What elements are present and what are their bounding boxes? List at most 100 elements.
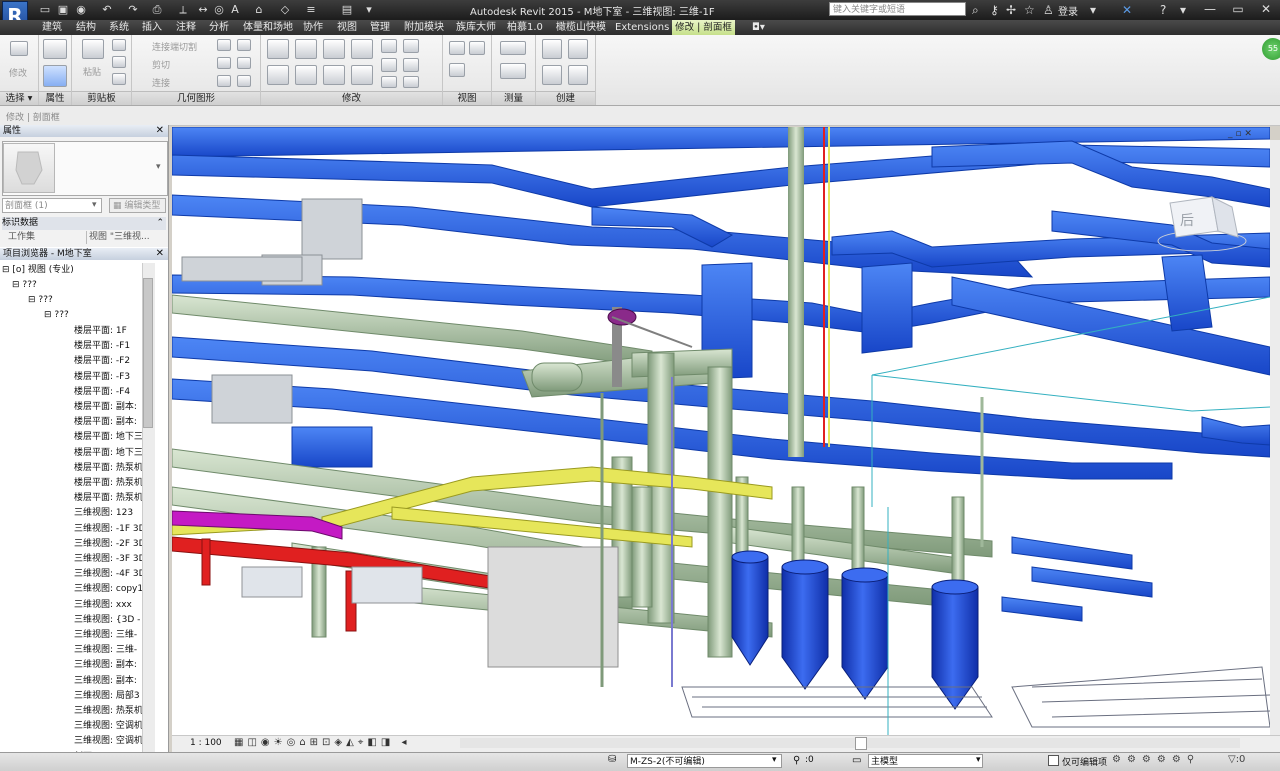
search-input[interactable]: 键入关键字或短语 bbox=[829, 2, 966, 16]
tree-view-item[interactable]: 三维视图: 副本: bbox=[74, 659, 137, 672]
tree-view-item[interactable]: 三维视图: xxx bbox=[74, 599, 132, 612]
tag-icon[interactable]: ◎ bbox=[212, 3, 226, 16]
collapse-icon[interactable]: ⌃ bbox=[156, 217, 164, 230]
viewport-vertical-scrollbar[interactable] bbox=[1270, 140, 1280, 735]
design-option-dropdown[interactable]: 主模型 bbox=[868, 754, 983, 768]
property-group-identity[interactable]: 标识数据 ⌃ bbox=[2, 217, 166, 230]
offset-icon[interactable] bbox=[295, 39, 317, 59]
create-similar-icon[interactable] bbox=[568, 65, 588, 85]
edit-type-button[interactable]: ▦ 编辑类型 bbox=[109, 198, 166, 213]
3d-viewport[interactable]: 后 bbox=[172, 127, 1270, 735]
linework-icon[interactable] bbox=[449, 63, 465, 77]
tab-view[interactable]: 视图 bbox=[337, 20, 357, 35]
sync-icon[interactable]: ◉ bbox=[74, 3, 88, 16]
measure-icon[interactable]: ⟂ bbox=[176, 3, 190, 16]
view-scale[interactable]: 1 : 100 bbox=[190, 738, 222, 748]
mirror-axis-icon[interactable] bbox=[323, 39, 345, 59]
3d-view-icon[interactable]: ⌂ bbox=[252, 3, 266, 16]
collapse-minus-icon[interactable]: ⊟ bbox=[44, 310, 52, 320]
instance-filter-dropdown[interactable]: 剖面框 (1) bbox=[2, 198, 102, 213]
copy-icon[interactable] bbox=[112, 56, 126, 68]
collapse-minus-icon[interactable]: ⊟ bbox=[12, 280, 20, 290]
unpin-icon[interactable] bbox=[381, 76, 397, 88]
join-button[interactable]: 连接 bbox=[152, 76, 170, 89]
create-group-icon[interactable] bbox=[542, 65, 562, 85]
tree-view-item[interactable]: 三维视图: 热泵机 bbox=[74, 705, 142, 718]
text-icon[interactable]: A bbox=[228, 3, 242, 16]
measure-distance-icon[interactable] bbox=[500, 41, 526, 55]
login-link[interactable]: 登录 bbox=[1058, 3, 1078, 18]
properties-close-icon[interactable]: ✕ bbox=[156, 125, 164, 137]
close-button[interactable]: ✕ bbox=[1252, 0, 1280, 19]
tree-view-item[interactable]: 三维视图: -4F 3D bbox=[74, 568, 142, 581]
wall-joins-icon[interactable] bbox=[217, 39, 231, 51]
dimension-icon[interactable]: ↔ bbox=[196, 3, 210, 16]
tab-extensions[interactable]: Extensions bbox=[615, 20, 669, 35]
editable-only-checkbox[interactable] bbox=[1048, 755, 1059, 766]
trim-extend-icon[interactable] bbox=[351, 65, 373, 85]
tab-insert[interactable]: 插入 bbox=[142, 20, 162, 35]
join-roof-icon[interactable] bbox=[237, 75, 251, 87]
ribbon-toggle-icon[interactable]: ◘▾ bbox=[752, 20, 765, 35]
performance-widget-icon[interactable]: 55 bbox=[1262, 38, 1280, 60]
save-icon[interactable]: ▣ bbox=[56, 3, 70, 16]
tab-manage[interactable]: 管理 bbox=[370, 20, 390, 35]
redo-icon[interactable]: ↷ bbox=[126, 3, 140, 16]
undo-icon[interactable]: ↶ bbox=[100, 3, 114, 16]
mirror-draw-icon[interactable] bbox=[351, 39, 373, 59]
cut-button[interactable]: 剪切 bbox=[152, 58, 170, 71]
tree-level-2[interactable]: ⊟ ??? bbox=[28, 294, 53, 307]
login-dropdown-icon[interactable]: ▾ bbox=[1090, 2, 1096, 18]
tree-view-item[interactable]: 楼层平面: 副本: bbox=[74, 401, 137, 414]
tab-modify-section-box[interactable]: 修改 | 剖面框 bbox=[672, 20, 735, 35]
tab-analyze[interactable]: 分析 bbox=[209, 20, 229, 35]
tab-family-library[interactable]: 族库大师 bbox=[456, 20, 496, 35]
tree-view-item[interactable]: 楼层平面: 1F bbox=[74, 325, 127, 338]
paint-icon[interactable] bbox=[217, 57, 231, 69]
tree-view-item[interactable]: 三维视图: 空调机 bbox=[74, 720, 142, 733]
cut-icon[interactable] bbox=[112, 39, 126, 51]
scale-icon[interactable] bbox=[403, 58, 419, 72]
create-assembly-icon[interactable] bbox=[542, 39, 562, 59]
quick-access-dropdown-icon[interactable]: ▾ bbox=[362, 3, 376, 16]
split-icon[interactable] bbox=[381, 39, 397, 53]
view-control-icons[interactable]: ▦◫◉☀◎⌂⊞⊡◈◭⌖◧◨ ◂ bbox=[234, 737, 411, 748]
design-option-arrow-icon[interactable]: ▾ bbox=[976, 755, 981, 765]
tree-level-3[interactable]: ⊟ ??? bbox=[44, 309, 69, 322]
open-icon[interactable]: ▭ bbox=[38, 3, 52, 16]
thin-lines-icon[interactable]: ≡ bbox=[304, 3, 318, 16]
tree-view-item[interactable]: 三维视图: -2F 3D bbox=[74, 538, 142, 551]
tree-view-item[interactable]: 楼层平面: 地下三 bbox=[74, 447, 142, 460]
tree-view-item[interactable]: 楼层平面: -F3 bbox=[74, 371, 130, 384]
pin-icon[interactable] bbox=[403, 39, 419, 53]
tree-view-item[interactable]: 楼层平面: -F2 bbox=[74, 355, 130, 368]
tab-architecture[interactable]: 建筑 bbox=[42, 20, 62, 35]
key-icon[interactable]: ⚷ bbox=[990, 2, 999, 18]
tree-view-item[interactable]: 楼层平面: 热泵机 bbox=[74, 477, 142, 490]
selection-option-icons[interactable]: ⚙⚙⚙⚙⚙⚲ bbox=[1112, 754, 1200, 765]
tab-collaborate[interactable]: 协作 bbox=[303, 20, 323, 35]
filter-icon[interactable]: ▽:0 bbox=[1228, 754, 1245, 765]
property-row-workset[interactable]: 工作集 视图 "三维视... bbox=[2, 231, 166, 244]
copy-element-icon[interactable] bbox=[295, 65, 317, 85]
browser-scrollbar-thumb[interactable] bbox=[143, 278, 153, 428]
tree-view-item[interactable]: 三维视图: -3F 3D bbox=[74, 553, 142, 566]
split-face-icon[interactable] bbox=[237, 39, 251, 51]
tab-olive-mountain[interactable]: 橄榄山快模 bbox=[556, 20, 606, 35]
create-parts-icon[interactable] bbox=[568, 39, 588, 59]
tree-view-item[interactable]: 楼层平面: 副本: bbox=[74, 416, 137, 429]
horizontal-scroll-thumb[interactable] bbox=[855, 737, 867, 750]
exchange-apps-icon[interactable]: ✕ bbox=[1122, 2, 1132, 18]
rotate-icon[interactable] bbox=[323, 65, 345, 85]
hide-icon[interactable] bbox=[449, 41, 465, 55]
search-icon[interactable]: ⌕ bbox=[972, 2, 979, 18]
tree-view-item[interactable]: 三维视图: 空调机 bbox=[74, 735, 142, 748]
exchange-icon[interactable]: ✢ bbox=[1006, 2, 1016, 18]
delete-icon[interactable] bbox=[403, 76, 419, 88]
user-icon[interactable]: ♙ bbox=[1043, 2, 1054, 18]
tree-level-1[interactable]: ⊟ ??? bbox=[12, 279, 37, 292]
tree-view-item[interactable]: 三维视图: 局部3 bbox=[74, 690, 140, 703]
demolish-icon[interactable] bbox=[237, 57, 251, 69]
tab-systems[interactable]: 系统 bbox=[109, 20, 129, 35]
dimension-tool-icon[interactable] bbox=[500, 63, 526, 79]
